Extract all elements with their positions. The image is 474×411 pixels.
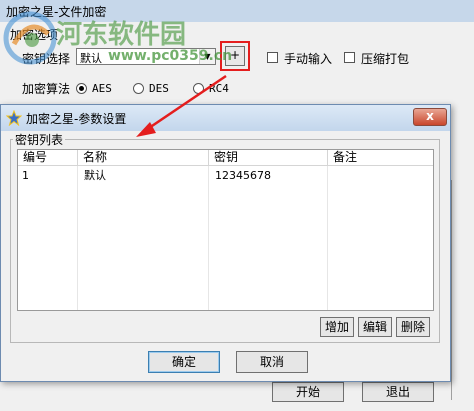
- algorithm-label-des: DES: [149, 82, 169, 95]
- column-header-id[interactable]: 编号: [18, 150, 78, 166]
- close-button[interactable]: x: [413, 108, 447, 126]
- dialog-title: 加密之星-参数设置: [26, 112, 127, 126]
- main-window-edge: [451, 180, 474, 400]
- compress-checkbox[interactable]: [344, 52, 355, 63]
- exit-button[interactable]: 退出: [362, 382, 434, 402]
- watermark-logo-icon: [3, 11, 57, 65]
- table-row[interactable]: 1 默认 12345678: [18, 168, 433, 184]
- ok-button[interactable]: 确定: [148, 351, 220, 373]
- algorithm-radio-aes[interactable]: [76, 83, 87, 94]
- column-divider: [77, 166, 78, 310]
- algorithm-label-rc4: RC4: [209, 82, 229, 95]
- key-list-label: 密钥列表: [13, 131, 66, 148]
- dialog-title-bar: 加密之星-参数设置 x: [1, 105, 450, 131]
- star-icon: [6, 110, 22, 126]
- start-button[interactable]: 开始: [272, 382, 344, 402]
- compress-label: 压缩打包: [361, 52, 410, 66]
- key-list-table[interactable]: 编号 名称 密钥 备注 1 默认 12345678: [17, 149, 434, 311]
- algorithm-label-aes: AES: [92, 82, 112, 95]
- edit-button[interactable]: 编辑: [358, 317, 392, 337]
- cell-key: 12345678: [215, 169, 271, 182]
- watermark-url: www.pc0359.cn: [108, 48, 233, 64]
- algorithm-radio-des[interactable]: [133, 83, 144, 94]
- algorithm-label: 加密算法: [22, 82, 71, 96]
- settings-dialog: 加密之星-参数设置 x 密钥列表 编号 名称 密钥 备注 1 默认 123456…: [0, 104, 451, 382]
- key-select-value: 默认: [80, 52, 102, 65]
- algorithm-radio-rc4[interactable]: [193, 83, 204, 94]
- manual-input-label: 手动输入: [284, 52, 333, 66]
- column-divider: [208, 166, 209, 310]
- cell-name: 默认: [84, 169, 106, 182]
- cell-note: [330, 168, 334, 184]
- cancel-button[interactable]: 取消: [236, 351, 308, 373]
- column-divider: [327, 166, 328, 310]
- cell-id: 1: [22, 169, 29, 182]
- manual-input-checkbox[interactable]: [267, 52, 278, 63]
- column-header-note[interactable]: 备注: [328, 150, 433, 166]
- column-header-name[interactable]: 名称: [78, 150, 209, 166]
- watermark-text: 河东软件园: [56, 20, 187, 50]
- column-header-key[interactable]: 密钥: [209, 150, 328, 166]
- add-button[interactable]: 增加: [320, 317, 354, 337]
- delete-button[interactable]: 删除: [396, 317, 430, 337]
